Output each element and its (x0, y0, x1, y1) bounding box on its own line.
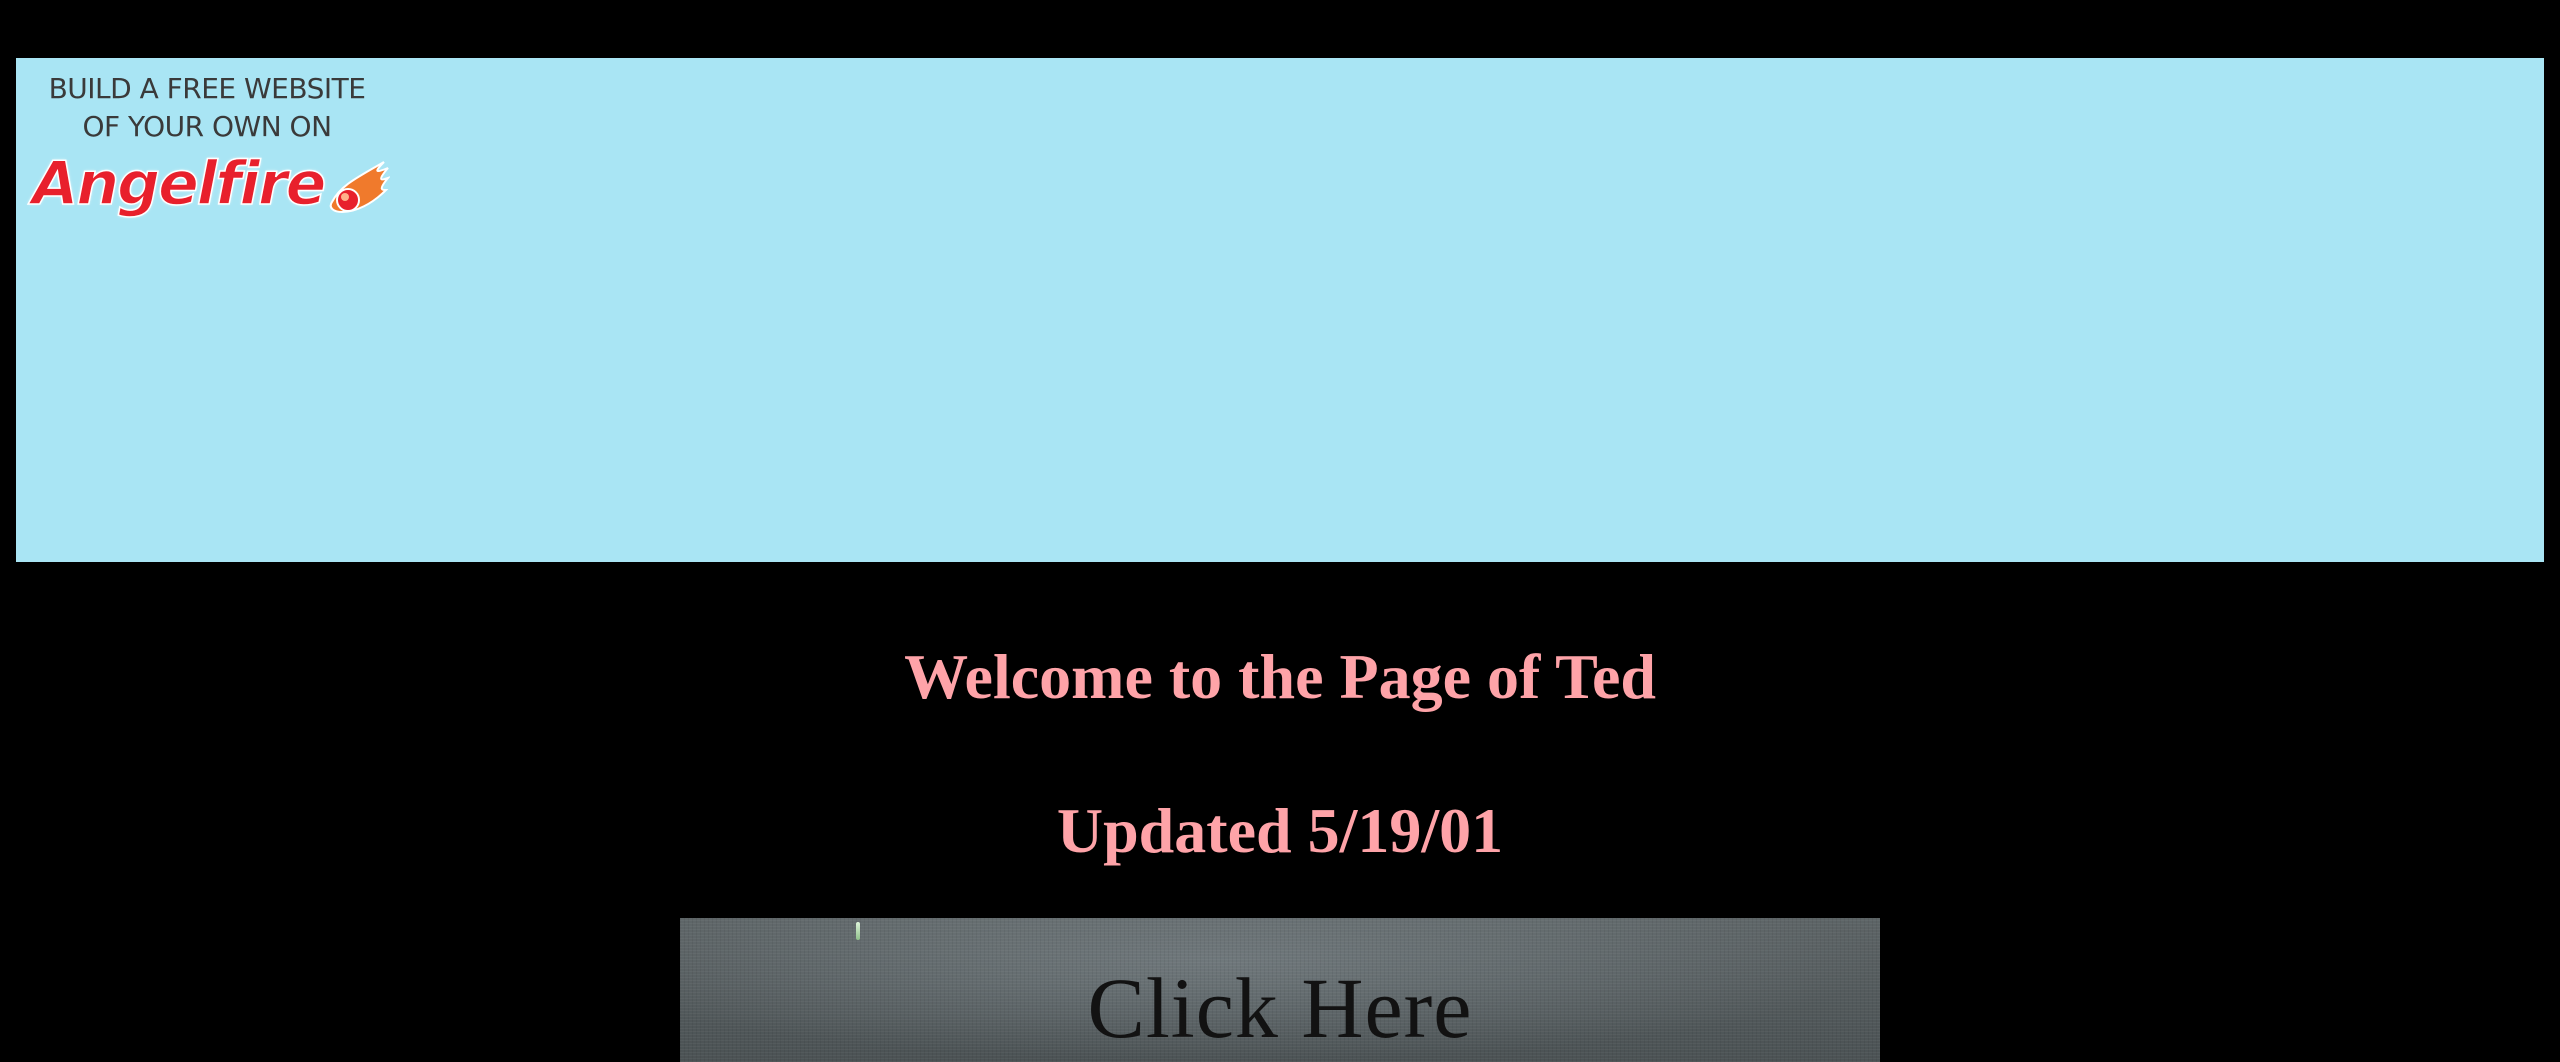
ad-banner[interactable]: BUILD A FREE WEBSITE OF YOUR OWN ON Ange… (16, 58, 2544, 562)
updated-date-heading: Updated 5/19/01 (1056, 795, 1504, 866)
ad-line-2: OF YOUR OWN ON (82, 110, 332, 143)
flame-icon (330, 161, 391, 214)
ad-line-1: BUILD A FREE WEBSITE (48, 72, 366, 105)
click-here-image-link[interactable]: Click Here (680, 918, 1880, 1062)
angelfire-ad[interactable]: BUILD A FREE WEBSITE OF YOUR OWN ON Ange… (31, 70, 402, 220)
angelfire-logo-text: Angelfire (31, 148, 327, 220)
star-glint (856, 922, 860, 940)
click-here-label: Click Here (1087, 960, 1473, 1056)
angelfire-logo[interactable]: Angelfire (31, 148, 402, 220)
welcome-heading: Welcome to the Page of Ted (904, 641, 1656, 712)
